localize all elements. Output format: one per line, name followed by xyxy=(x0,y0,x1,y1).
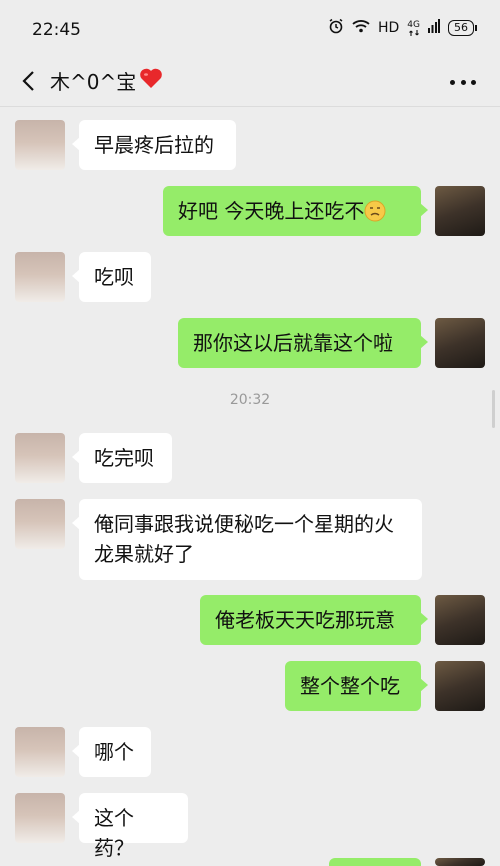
dot-icon xyxy=(460,79,466,85)
contact-avatar[interactable] xyxy=(15,727,65,777)
message-timestamp: 20:32 xyxy=(229,392,271,408)
status-time: 22:45 xyxy=(32,20,81,40)
chevron-left-icon xyxy=(22,71,34,91)
battery-level: 56 xyxy=(454,21,468,34)
sent-message-bubble[interactable]: 整个整个吃 xyxy=(285,661,428,711)
my-avatar[interactable] xyxy=(435,186,485,236)
received-message-bubble[interactable]: 哪个 xyxy=(72,727,151,777)
contact-avatar[interactable] xyxy=(15,252,65,302)
status-icons: HD 4G 56 xyxy=(328,18,477,38)
sent-message-bubble[interactable]: 俺老板天天吃那玩意 xyxy=(200,595,428,645)
my-avatar[interactable] xyxy=(435,318,485,368)
sent-message-bubble[interactable]: 好吧 今天晚上还吃不 xyxy=(163,186,428,236)
received-message-bubble[interactable]: 俺同事跟我说便秘吃一个星期的火龙果就好了 xyxy=(72,499,422,580)
more-options-button[interactable] xyxy=(450,70,476,94)
message-text: 那你这以后就靠这个啦 xyxy=(193,331,393,355)
message-text: 哪个 xyxy=(94,740,134,764)
battery-icon: 56 xyxy=(448,20,477,36)
next-sent-bubble xyxy=(329,858,421,866)
message-text: 吃呗 xyxy=(94,265,134,289)
signal-icon xyxy=(428,19,440,37)
contact-name: 木^0^宝 xyxy=(50,70,137,94)
contact-avatar[interactable] xyxy=(15,433,65,483)
network-indicator: 4G xyxy=(407,19,420,36)
my-avatar[interactable] xyxy=(435,595,485,645)
received-message-bubble[interactable]: 吃呗 xyxy=(72,252,151,302)
scrollbar-thumb[interactable] xyxy=(492,390,495,428)
message-text: 俺同事跟我说便秘吃一个星期的火龙果就好了 xyxy=(94,512,394,566)
red-heart-icon xyxy=(139,66,163,98)
my-avatar[interactable] xyxy=(435,661,485,711)
message-text: 早晨疼后拉的 xyxy=(94,133,214,157)
contact-avatar[interactable] xyxy=(15,793,65,843)
emoji-face-icon xyxy=(364,200,386,222)
chat-header: 木^0^宝 xyxy=(0,58,500,107)
contact-avatar[interactable] xyxy=(15,499,65,549)
message-text: 这个药？ xyxy=(94,806,134,860)
message-text: 俺老板天天吃那玩意 xyxy=(215,608,395,632)
wifi-icon xyxy=(352,19,370,37)
dot-icon xyxy=(450,79,455,85)
sent-message-bubble[interactable]: 那你这以后就靠这个啦 xyxy=(178,318,428,368)
alarm-icon xyxy=(328,18,344,38)
hd-indicator: HD xyxy=(377,20,400,36)
back-button[interactable] xyxy=(16,66,40,96)
contact-avatar[interactable] xyxy=(15,120,65,170)
received-message-bubble[interactable]: 吃完呗 xyxy=(72,433,172,483)
status-bar: 22:45 HD 4G 56 xyxy=(0,0,500,58)
message-list[interactable]: 早晨疼后拉的 好吧 今天晚上还吃不 吃呗 那你这以后就靠这个啦 20:32 吃完… xyxy=(0,107,500,866)
network-label: 4G xyxy=(407,19,420,30)
message-text: 吃完呗 xyxy=(94,446,154,470)
contact-title: 木^0^宝 xyxy=(50,66,163,98)
message-text: 好吧 今天晚上还吃不 xyxy=(178,199,365,223)
received-message-bubble[interactable]: 这个药？ xyxy=(72,793,188,860)
message-text: 整个整个吃 xyxy=(300,674,400,698)
dot-icon xyxy=(471,79,476,85)
received-message-bubble[interactable]: 早晨疼后拉的 xyxy=(72,120,236,170)
my-avatar[interactable] xyxy=(435,858,485,866)
